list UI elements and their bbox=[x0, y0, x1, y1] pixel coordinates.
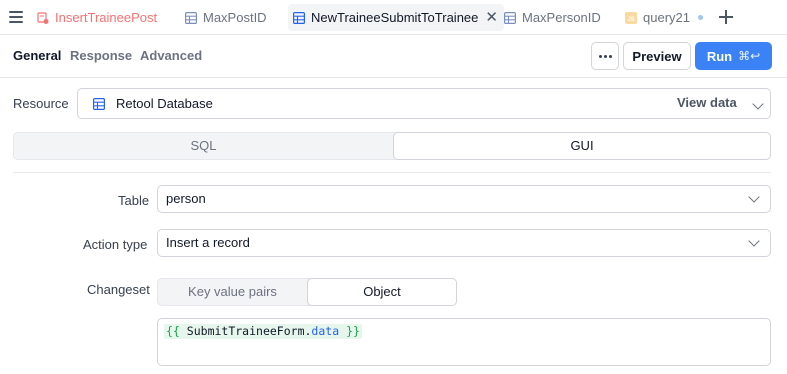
resource-select[interactable]: Retool Database View data bbox=[77, 88, 771, 119]
tab-new-trainee-submit-to-trainee[interactable]: NewTraineeSubmitToTrainee ✕ bbox=[288, 4, 504, 31]
chevron-down-icon bbox=[752, 98, 764, 110]
subtab-advanced[interactable]: Advanced bbox=[140, 48, 202, 63]
tab-max-post-id[interactable]: MaxPostID bbox=[185, 4, 267, 31]
changeset-code-editor[interactable]: {{ SubmitTraineeForm.data }} bbox=[157, 318, 771, 366]
chevron-down-icon bbox=[748, 191, 760, 203]
chevron-down-icon bbox=[748, 235, 760, 247]
more-icon bbox=[598, 54, 612, 58]
subtab-general[interactable]: General bbox=[13, 48, 61, 63]
changeset-expression: {{ SubmitTraineeForm.data }} bbox=[164, 324, 362, 339]
menu-icon[interactable] bbox=[9, 11, 23, 23]
tab-max-person-id[interactable]: MaxPersonID bbox=[504, 4, 601, 31]
subtab-response[interactable]: Response bbox=[70, 48, 132, 63]
query-tab-bar: InsertTraineePost MaxPostID NewTraineeSu… bbox=[0, 0, 787, 35]
tab-label: query21 bbox=[643, 10, 690, 25]
table-value: person bbox=[166, 191, 206, 206]
action-type-label: Action type bbox=[83, 237, 148, 252]
table-icon bbox=[293, 11, 305, 24]
table-icon bbox=[93, 98, 105, 110]
resource-label: Resource bbox=[13, 96, 69, 111]
js-icon: JS bbox=[625, 11, 637, 24]
close-icon[interactable]: ✕ bbox=[485, 10, 498, 25]
code-open-brace: {{ bbox=[166, 324, 180, 338]
view-data-link[interactable]: View data bbox=[677, 89, 737, 117]
changeset-object-option[interactable]: Object bbox=[307, 278, 457, 306]
table-select[interactable]: person bbox=[157, 185, 771, 213]
run-button[interactable]: Run ⌘↩ bbox=[695, 42, 772, 70]
changeset-mode-toggle: Key value pairs Object bbox=[157, 278, 457, 306]
mode-gui-option[interactable]: GUI bbox=[393, 132, 771, 160]
action-type-select[interactable]: Insert a record bbox=[157, 229, 771, 257]
more-options-button[interactable] bbox=[591, 42, 619, 70]
changeset-label: Changeset bbox=[87, 282, 150, 297]
query-error-icon bbox=[37, 11, 49, 24]
mode-toggle: SQL GUI bbox=[13, 132, 771, 160]
query-toolbar: General Response Advanced Preview Run ⌘↩ bbox=[0, 36, 787, 78]
code-property: data bbox=[311, 324, 340, 338]
divider bbox=[13, 172, 771, 173]
code-close-brace: }} bbox=[346, 324, 360, 338]
changeset-key-value-option[interactable]: Key value pairs bbox=[158, 279, 307, 305]
add-tab-icon[interactable] bbox=[716, 7, 736, 27]
svg-text:JS: JS bbox=[627, 17, 634, 23]
table-label: Table bbox=[118, 193, 150, 208]
unsaved-dot bbox=[697, 15, 703, 20]
preview-button[interactable]: Preview bbox=[623, 42, 691, 70]
run-shortcut: ⌘↩ bbox=[738, 49, 761, 63]
tab-label: NewTraineeSubmitToTrainee bbox=[311, 10, 479, 25]
action-type-value: Insert a record bbox=[166, 235, 250, 250]
tab-query21[interactable]: JS query21 bbox=[625, 4, 703, 31]
tab-label: MaxPersonID bbox=[522, 10, 601, 25]
tab-label: InsertTraineePost bbox=[55, 10, 158, 25]
tab-label: MaxPostID bbox=[203, 10, 267, 25]
tab-insert-trainee-post[interactable]: InsertTraineePost bbox=[37, 4, 157, 31]
table-icon bbox=[185, 11, 197, 24]
mode-sql-option[interactable]: SQL bbox=[14, 133, 393, 159]
code-identifier: SubmitTraineeForm. bbox=[186, 324, 312, 338]
run-label: Run bbox=[706, 48, 733, 64]
resource-value: Retool Database bbox=[116, 96, 213, 111]
table-icon bbox=[504, 11, 516, 24]
